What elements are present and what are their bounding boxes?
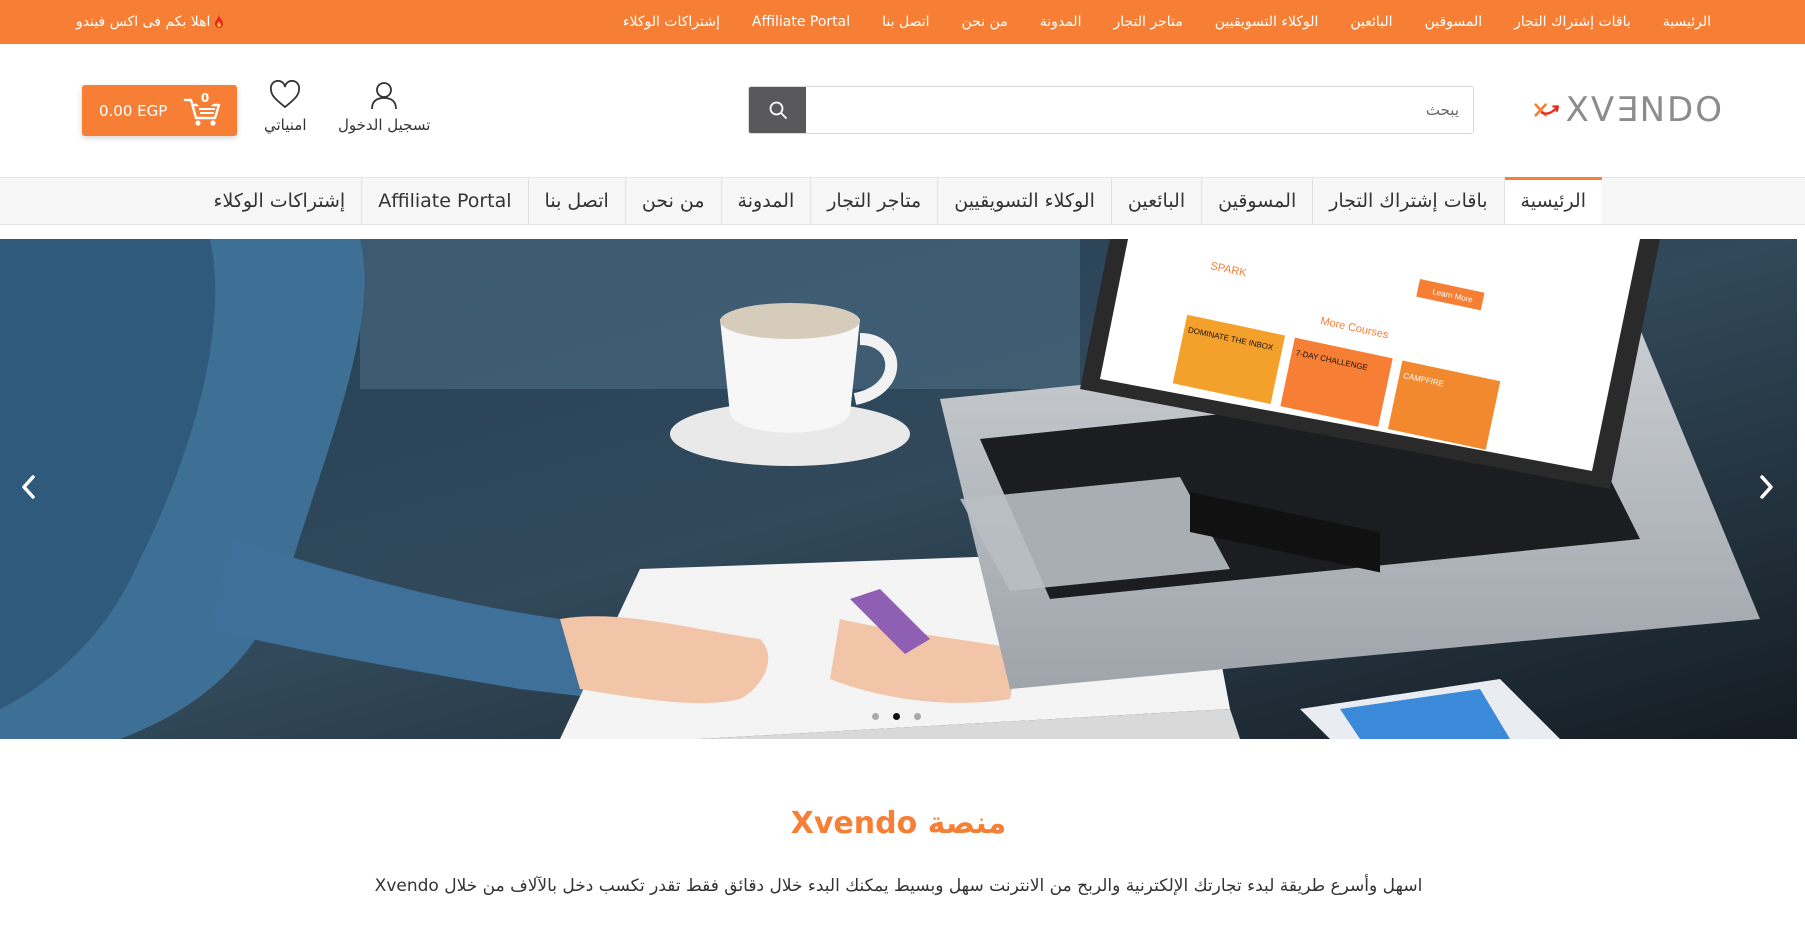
chevron-right-icon <box>1760 475 1773 499</box>
nav-item-marketers[interactable]: المسوقين <box>1201 178 1312 224</box>
cart-total: 0.00 EGP <box>99 101 168 120</box>
top-nav-merchant-stores[interactable]: متاجر التجار <box>1113 14 1182 30</box>
top-nav: الرئيسية باقات إشتراك التجار المسوقين ال… <box>623 0 1711 44</box>
hero-slider: SPARK Learn More More Courses DOMINATE T… <box>0 239 1797 739</box>
top-nav-affiliate-portal[interactable]: Affiliate Portal <box>752 14 850 30</box>
wishlist-label: امنياتي <box>264 116 307 134</box>
intro-text: اسهل وأسرع طريقة لبدء تجارتك الإلكترنية … <box>374 876 1423 896</box>
login-label: تسجيل الدخول <box>338 116 431 134</box>
wishlist-link[interactable]: امنياتي <box>264 80 307 134</box>
nav-item-merchant-stores[interactable]: متاجر التجار <box>810 178 937 224</box>
intro-title: منصة Xvendo <box>790 806 1007 841</box>
nav-item-merchant-plans[interactable]: باقات إشتراك التجار <box>1312 178 1503 224</box>
cart-icon-wrap: 0 <box>183 87 221 128</box>
top-bar: اهلا بكم فى اكس فيندو الرئيسية باقات إشت… <box>0 0 1805 44</box>
site-logo[interactable]: XV∃NDO <box>1534 88 1724 132</box>
nav-item-agent-subscriptions[interactable]: إشتراكات الوكلاء <box>198 178 362 224</box>
heart-icon <box>270 80 301 108</box>
slider-dot[interactable] <box>914 713 921 720</box>
slider-prev-button[interactable] <box>16 468 40 506</box>
top-nav-marketers[interactable]: المسوقين <box>1425 14 1483 30</box>
logo-wordmark: XV∃NDO <box>1565 90 1724 130</box>
main-nav: الرئيسية باقات إشتراك التجار المسوقين ال… <box>0 177 1805 225</box>
search-input[interactable] <box>806 87 1473 133</box>
hero-image: SPARK Learn More More Courses DOMINATE T… <box>0 239 1797 739</box>
logo-mark-icon <box>1534 103 1559 117</box>
top-nav-contact[interactable]: اتصل بنا <box>882 14 929 30</box>
slider-dot-active[interactable] <box>893 713 900 720</box>
top-nav-blog[interactable]: المدونة <box>1040 14 1082 30</box>
chevron-left-icon <box>22 475 35 499</box>
welcome-text: اهلا بكم فى اكس فيندو <box>76 14 211 30</box>
nav-item-marketing-agents[interactable]: الوكلاء التسويقيين <box>937 178 1111 224</box>
login-link[interactable]: تسجيل الدخول <box>338 80 430 134</box>
top-nav-about[interactable]: من نحن <box>962 14 1008 30</box>
flame-icon <box>215 15 224 28</box>
slider-dots <box>872 713 921 720</box>
top-nav-home[interactable]: الرئيسية <box>1663 14 1711 30</box>
slider-dot[interactable] <box>872 713 879 720</box>
nav-item-about[interactable]: من نحن <box>624 178 721 224</box>
top-nav-marketing-agents[interactable]: الوكلاء التسويقيين <box>1215 14 1319 30</box>
nav-item-contact[interactable]: اتصل بنا <box>527 178 625 224</box>
welcome-message: اهلا بكم فى اكس فيندو <box>76 0 224 44</box>
search-bar <box>748 86 1474 134</box>
top-nav-sellers[interactable]: البائعين <box>1350 14 1392 30</box>
top-nav-agent-subscriptions[interactable]: إشتراكات الوكلاء <box>623 14 720 30</box>
search-button[interactable] <box>749 87 806 133</box>
user-icon <box>371 82 398 110</box>
search-icon <box>769 101 787 119</box>
nav-item-affiliate-portal[interactable]: Affiliate Portal <box>361 178 527 224</box>
slider-next-button[interactable] <box>1755 468 1779 506</box>
nav-item-blog[interactable]: المدونة <box>720 178 811 224</box>
nav-item-sellers[interactable]: البائعين <box>1110 178 1201 224</box>
cart-count-badge: 0 <box>195 87 215 108</box>
top-nav-merchant-plans[interactable]: باقات إشتراك التجار <box>1514 14 1631 30</box>
nav-item-home[interactable]: الرئيسية <box>1503 177 1603 224</box>
cart-button[interactable]: 0.00 EGP 0 <box>82 85 237 136</box>
